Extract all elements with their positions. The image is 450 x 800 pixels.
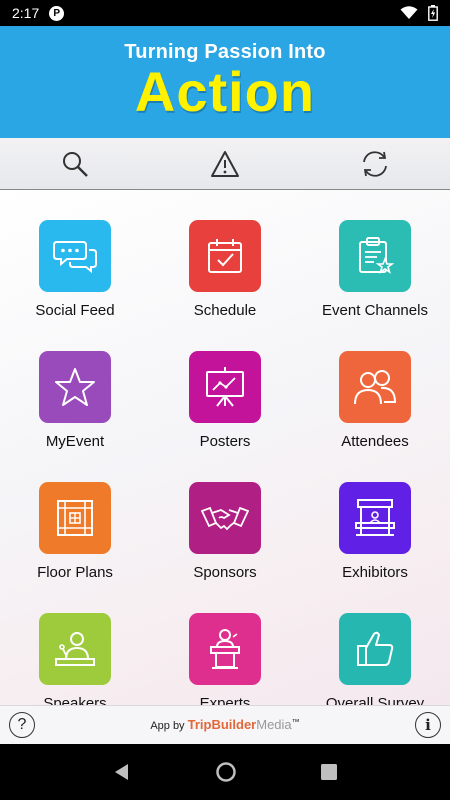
brand-secondary: Media [256, 717, 292, 732]
recents-icon[interactable] [320, 763, 338, 781]
tile-event-channels[interactable]: Event Channels [300, 220, 450, 319]
tile-myevent[interactable]: MyEvent [0, 351, 150, 450]
trademark: ™ [291, 717, 300, 727]
handshake-icon [201, 506, 249, 531]
tile-schedule[interactable]: Schedule [150, 220, 300, 319]
banner-subtitle: Turning Passion Into [124, 41, 326, 63]
tile-icon-box [189, 220, 261, 292]
tile-sponsors[interactable]: Sponsors [150, 482, 300, 581]
tile-icon-box [39, 482, 111, 554]
tile-label: Experts [199, 695, 251, 705]
tile-label: Posters [199, 433, 251, 450]
star-icon [55, 368, 95, 406]
tile-icon-box [39, 351, 111, 423]
tile-label: Schedule [193, 302, 257, 319]
tile-exhibitors[interactable]: Exhibitors [300, 482, 450, 581]
thumbs-up-icon [357, 631, 394, 666]
tile-social-feed[interactable]: Social Feed [0, 220, 150, 319]
booth-icon [355, 499, 395, 536]
tile-icon-box [339, 351, 411, 423]
app-credit[interactable]: App by TripBuilderMedia™ [0, 717, 450, 732]
floor-plan-icon [57, 500, 93, 536]
tile-speakers[interactable]: Speakers [0, 613, 150, 705]
tile-overall-survey[interactable]: Overall Survey [300, 613, 450, 705]
people-icon [354, 370, 397, 405]
system-nav-bar [0, 744, 450, 800]
tile-label: Speakers [43, 695, 107, 705]
clipboard-star-icon [359, 237, 394, 274]
status-bar: 2:17 P [0, 0, 450, 26]
info-icon: i [425, 716, 431, 734]
tile-icon-box [189, 613, 261, 685]
tile-icon-box [339, 613, 411, 685]
back-icon[interactable] [112, 762, 132, 782]
tile-icon-box [189, 351, 261, 423]
search-button[interactable] [0, 138, 150, 189]
tile-experts[interactable]: Experts [150, 613, 300, 705]
calendar-check-icon [208, 239, 242, 273]
tile-floor-plans[interactable]: Floor Plans [0, 482, 150, 581]
wifi-icon [400, 6, 418, 19]
tile-icon-box [189, 482, 261, 554]
footer-bar: ? App by TripBuilderMedia™ i [0, 705, 450, 744]
speaker-icon [55, 632, 95, 666]
chat-bubbles-icon [53, 241, 97, 274]
home-icon[interactable] [215, 761, 237, 783]
alert-icon [211, 150, 239, 177]
banner-title: Action [134, 60, 316, 123]
status-time: 2:17 [12, 5, 40, 21]
tile-label: Exhibitors [342, 564, 408, 581]
tile-label: Social Feed [35, 302, 115, 319]
tile-attendees[interactable]: Attendees [300, 351, 450, 450]
tile-label: Overall Survey [325, 695, 425, 705]
tile-icon-box [39, 613, 111, 685]
presentation-board-icon [206, 367, 244, 407]
tile-label: Attendees [341, 433, 409, 450]
notification-app-icon: P [49, 5, 65, 21]
tile-icon-box [339, 220, 411, 292]
refresh-icon [363, 150, 387, 177]
brand-primary: TripBuilder [187, 717, 257, 732]
app-by-label: App by [150, 720, 185, 732]
tile-icon-box [39, 220, 111, 292]
alerts-button[interactable] [150, 138, 300, 189]
tile-label: Event Channels [322, 302, 428, 319]
battery-icon [428, 5, 438, 21]
tile-icon-box [339, 482, 411, 554]
tile-label: Floor Plans [37, 564, 113, 581]
podium-icon [210, 629, 240, 669]
feature-grid: Social Feed Schedule Event Channels MyEv… [0, 190, 450, 705]
tile-label: MyEvent [45, 433, 105, 450]
search-icon [63, 151, 88, 177]
event-banner: Turning Passion Into Action [0, 26, 450, 138]
toolbar [0, 138, 450, 190]
refresh-button[interactable] [300, 138, 450, 189]
tile-label: Sponsors [193, 564, 257, 581]
tile-posters[interactable]: Posters [150, 351, 300, 450]
info-button[interactable]: i [415, 712, 441, 738]
